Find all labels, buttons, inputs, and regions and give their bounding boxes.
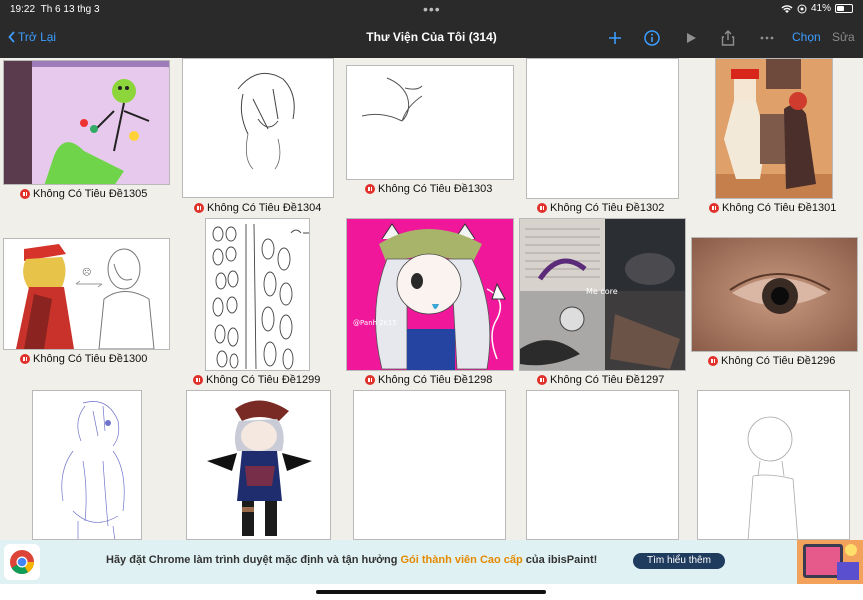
artwork-image xyxy=(4,61,169,184)
record-pause-icon xyxy=(537,375,547,385)
caption-text: Không Có Tiêu Đề1305 xyxy=(33,188,148,200)
artwork-caption: Không Có Tiêu Đề1305 xyxy=(20,188,147,200)
record-pause-icon xyxy=(709,203,719,213)
caption-text: Không Có Tiêu Đề1301 xyxy=(722,202,837,214)
home-indicator[interactable] xyxy=(316,590,546,594)
artwork-caption: Không Có Tiêu Đề1303 xyxy=(365,183,492,195)
artwork-thumbnail[interactable] xyxy=(346,65,514,180)
share-icon xyxy=(721,30,735,46)
share-button[interactable] xyxy=(718,28,738,48)
back-label: Trở Lại xyxy=(18,30,57,44)
caption-text: Không Có Tiêu Đề1302 xyxy=(550,202,665,214)
artwork-caption: Không Có Tiêu Đề1304 xyxy=(194,202,321,214)
artwork-image xyxy=(692,238,857,351)
artwork-caption: Không Có Tiêu Đề1301 xyxy=(709,202,836,214)
caption-text: Không Có Tiêu Đề1299 xyxy=(206,374,321,386)
artwork-image xyxy=(207,400,312,536)
artwork-thumbnail[interactable] xyxy=(182,58,334,198)
artwork-watermark: Me core xyxy=(586,287,618,296)
navigation-bar: Trở Lại Thư Viện Của Tôi (314) Chọn Sửa xyxy=(0,20,863,58)
chrome-logo-icon xyxy=(4,544,40,580)
status-bar: 19:22 Th 6 13 thg 3 ••• 41% xyxy=(0,0,863,20)
artwork-caption: Không Có Tiêu Đề1296 xyxy=(708,355,835,367)
artwork-thumbnail[interactable]: ☹ xyxy=(3,238,170,350)
play-icon xyxy=(687,33,696,43)
artwork-caption: Không Có Tiêu Đề1298 xyxy=(365,374,492,386)
artwork-caption: Không Có Tiêu Đề1297 xyxy=(537,374,664,386)
artwork-image xyxy=(347,219,513,370)
artist-watermark: @Panh 2k15 xyxy=(353,319,397,327)
wifi-icon xyxy=(781,4,793,13)
artwork-image xyxy=(361,77,423,122)
artwork-image xyxy=(747,416,799,539)
info-button[interactable] xyxy=(642,28,662,48)
more-button[interactable] xyxy=(757,28,777,48)
artwork-thumbnail[interactable] xyxy=(697,390,850,540)
select-button[interactable]: Chọn xyxy=(792,30,821,44)
record-pause-icon xyxy=(708,356,718,366)
back-button[interactable]: Trở Lại xyxy=(8,30,56,44)
caption-text: Không Có Tiêu Đề1303 xyxy=(378,183,493,195)
caption-text: Không Có Tiêu Đề1304 xyxy=(207,202,322,214)
artwork-thumbnail[interactable] xyxy=(526,58,679,199)
artwork-image xyxy=(237,72,295,170)
play-button[interactable] xyxy=(681,28,701,48)
artwork-thumbnail[interactable] xyxy=(526,390,679,540)
caption-text: Không Có Tiêu Đề1298 xyxy=(378,374,493,386)
status-time: 19:22 Th 6 13 thg 3 xyxy=(10,4,100,15)
plus-icon xyxy=(609,32,621,44)
ad-message-highlight: Gói thành viên Cao cấp xyxy=(400,554,523,566)
edit-button: Sửa xyxy=(832,30,855,44)
add-button[interactable] xyxy=(605,28,625,48)
artwork-thumbnail[interactable] xyxy=(186,390,331,540)
record-pause-icon xyxy=(20,189,30,199)
ad-artwork-image xyxy=(797,540,863,584)
artwork-thumbnail[interactable] xyxy=(715,58,833,199)
home-area xyxy=(0,584,863,600)
artwork-image xyxy=(212,223,309,370)
record-pause-icon xyxy=(365,184,375,194)
artwork-image: ☹ xyxy=(16,244,155,349)
status-indicators: 41% xyxy=(781,3,853,14)
artwork-thumbnail[interactable] xyxy=(691,237,858,352)
ad-banner[interactable]: Hãy đặt Chrome làm trình duyệt mặc định … xyxy=(0,540,863,584)
chevron-left-icon xyxy=(8,31,15,43)
ad-message: Hãy đặt Chrome làm trình duyệt mặc định … xyxy=(106,554,597,566)
info-icon xyxy=(644,30,660,46)
caption-text: Không Có Tiêu Đề1300 xyxy=(33,353,148,365)
record-pause-icon xyxy=(194,203,204,213)
ad-message-text-end: của ibisPaint! xyxy=(522,554,598,566)
artwork-caption: Không Có Tiêu Đề1300 xyxy=(20,353,147,365)
record-pause-icon xyxy=(365,375,375,385)
artwork-image xyxy=(716,59,832,198)
artwork-thumbnail[interactable] xyxy=(32,390,142,540)
artwork-caption: Không Có Tiêu Đề1299 xyxy=(193,374,320,386)
record-pause-icon xyxy=(20,354,30,364)
more-dots-icon xyxy=(760,36,774,40)
record-pause-icon xyxy=(193,375,203,385)
battery-percent: 41% xyxy=(810,3,831,14)
multitask-dots-icon[interactable]: ••• xyxy=(423,1,441,17)
artwork-thumbnail[interactable] xyxy=(353,390,506,540)
learn-more-button[interactable]: Tìm hiểu thêm xyxy=(633,553,725,569)
svg-text:☹: ☹ xyxy=(82,267,91,278)
artwork-caption: Không Có Tiêu Đề1302 xyxy=(537,202,664,214)
artwork-thumbnail[interactable] xyxy=(205,218,310,371)
artwork-thumbnail[interactable]: Me core xyxy=(519,218,686,371)
artwork-thumbnail[interactable] xyxy=(3,60,170,185)
caption-text: Không Có Tiêu Đề1296 xyxy=(721,355,836,367)
artwork-thumbnail[interactable]: @Panh 2k15 xyxy=(346,218,514,371)
record-pause-icon xyxy=(537,203,547,213)
artwork-image xyxy=(61,401,125,539)
ad-message-text: Hãy đặt Chrome làm trình duyệt mặc định … xyxy=(106,554,401,566)
caption-text: Không Có Tiêu Đề1297 xyxy=(550,374,665,386)
screen-lock-icon xyxy=(797,4,807,13)
battery-icon xyxy=(835,4,853,13)
